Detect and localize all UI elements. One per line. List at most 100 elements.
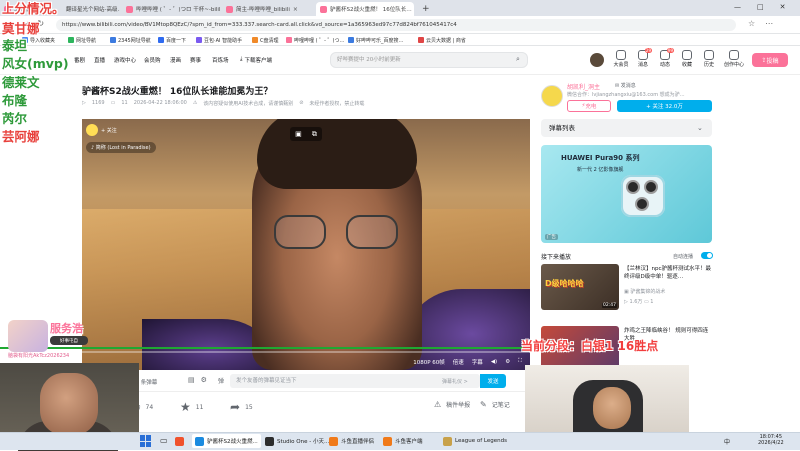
danmaku-etiquette-link[interactable]: 弹幕礼仪 > (442, 378, 468, 385)
chevron-down-icon[interactable]: ⌄ (697, 119, 703, 137)
share-button[interactable]: ➦ 15 (230, 400, 253, 414)
pip-icon[interactable]: ⧉ (312, 130, 317, 139)
overlay-champion: 泰坦 (2, 38, 28, 53)
send-message-link[interactable]: ✉ 发消息 (615, 82, 636, 89)
follow-button[interactable]: + 关注 32.0万 (617, 100, 712, 112)
maximize-icon[interactable]: □ (757, 3, 764, 11)
overlay-heading: 上分情况。 (2, 1, 65, 16)
browser-tab[interactable]: 翻译星光个网站-高级… (62, 2, 120, 16)
browser-tab[interactable]: 哔哩哔哩 ( ゜- ゜)つロ 干杯~-bilibili× (122, 2, 220, 16)
nav-item[interactable]: 会员购 (144, 56, 161, 64)
danmaku-list-header[interactable]: 弹幕列表 (541, 119, 712, 137)
player-controls: 1080P 60帧 倍速 字幕 ◀) ⚙ ⛶ (82, 353, 530, 370)
danmaku-settings-icon[interactable]: ⚙ (201, 376, 207, 384)
browser-tab-active[interactable]: 驴酱杯S2战火重燃！ 16位队长…× (316, 2, 414, 16)
nav-messages[interactable]: 29 消息 (632, 48, 654, 68)
nav-favorites[interactable]: 收藏 (676, 50, 698, 68)
up-description: 微信合作：lvjiangzhangxiu@163.com 想成为驴… (567, 92, 685, 98)
notes-button[interactable]: ✎ 记笔记 (480, 400, 510, 409)
menu-icon[interactable]: ⋯ (765, 19, 773, 28)
taskbar-app[interactable]: League of Legends (440, 434, 510, 448)
recommendation-item[interactable]: D级哈哈哈 02:47 【兰林汉】npc驴酱杯测试水平！最终评级D级中单！驱逐…… (541, 264, 712, 314)
up-avatar (86, 124, 98, 136)
nav-vip[interactable]: 大会员 (610, 50, 632, 68)
nav-dynamic[interactable]: 99 动态 (654, 48, 676, 68)
nav-item[interactable]: 百炼场 (212, 56, 229, 64)
browser-tab[interactable]: 简主-哔哩哔哩_bilibili × (222, 2, 314, 16)
autoplay-toggle[interactable] (701, 252, 713, 259)
bookmark-item[interactable]: 云贝大数据 | 商省 (418, 35, 466, 45)
search-icon[interactable]: ⌕ (516, 55, 520, 64)
overlay-divider (0, 347, 530, 349)
nav-item[interactable]: 赛事 (190, 56, 201, 64)
screenshot-icon[interactable]: ▣ (295, 130, 302, 138)
subtitle-button[interactable]: 字幕 (472, 358, 483, 366)
nav-item[interactable]: 游戏中心 (114, 56, 136, 64)
bookmark-item[interactable]: 百度一下 (158, 35, 186, 45)
star-icon (682, 50, 692, 60)
minimize-icon[interactable]: — (734, 3, 741, 11)
bookmark-item[interactable]: C盘清理 (252, 35, 279, 45)
taskbar-app[interactable]: Studio One - 小天... (262, 434, 332, 448)
note-icon: ✎ (480, 400, 487, 409)
charge-button[interactable]: ⚡ 充电 (567, 100, 611, 112)
video-player[interactable]: + 关注 ♪ 简称 (Lost in Paradise) ▣ ⧉ 1080P 60… (82, 119, 530, 370)
next-up-label: 接下来播放 (541, 254, 572, 261)
player-up-badge[interactable]: + 关注 (86, 124, 117, 136)
taskbar-app[interactable] (172, 434, 187, 448)
recommendation-thumbnail: D级哈哈哈 02:47 (541, 264, 619, 310)
new-tab-button[interactable]: + (418, 2, 434, 16)
extensions-icon[interactable]: ☆ (748, 19, 755, 28)
danmaku-send-button[interactable]: 发送 (480, 374, 506, 388)
ime-indicator[interactable]: 中 (724, 437, 730, 446)
ad-banner[interactable]: HUAWEI Pura90 系列 新一代 2 亿影像旗舰 广告 (541, 145, 712, 243)
coin-button[interactable]: ★ 11 (180, 400, 203, 414)
taskbar-app[interactable]: 斗鱼直播伴侣 (326, 434, 377, 448)
overlay-champion: 风女(mvp) (2, 56, 69, 71)
url-field[interactable]: https://www.bilibili.com/video/BV1Mtop8Q… (56, 19, 736, 31)
message-badge: 29 (644, 48, 652, 53)
close-icon[interactable]: × (293, 6, 298, 13)
bookmark-item[interactable]: 网址导航 (68, 35, 96, 45)
tab-favicon-icon (226, 5, 233, 13)
nav-item[interactable]: 漫画 (170, 56, 181, 64)
glasses (274, 215, 400, 251)
close-window-icon[interactable]: ✕ (780, 3, 786, 11)
fullscreen-icon[interactable]: ⛶ (518, 358, 522, 365)
bookmark-item[interactable]: 2345网址导航 (110, 35, 151, 45)
clock-icon (704, 50, 714, 60)
nav-item[interactable]: 番剧 (74, 56, 85, 64)
danmaku-toggle-icon[interactable]: ▤ (188, 376, 195, 384)
up-avatar-large[interactable] (541, 85, 563, 107)
taskbar-app[interactable]: 斗鱼客户端 (380, 434, 426, 448)
taskbar-clock[interactable]: 18:07:45 2026/4/22 (758, 434, 784, 446)
nav-history[interactable]: 历史 (698, 50, 720, 68)
up-name[interactable]: 胡凯利_洞主 (567, 82, 600, 91)
quality-select[interactable]: 1080P 60帧 (413, 358, 445, 366)
video-meta: ▷ 1169 ▭ 11 2026-04-22 18:06:00 ⚠ 该内容疑似使用AI… (82, 100, 365, 107)
nav-creator[interactable]: 创作中心 (720, 50, 748, 68)
report-button[interactable]: ⚠ 稿件举报 (434, 400, 470, 409)
upload-button[interactable]: ⇪ 投稿 (752, 53, 788, 67)
streamer-webcam-right (525, 365, 689, 435)
overlay-champion: 芸阿娜 (2, 129, 40, 144)
danmaku-style-icon[interactable]: 弹 (218, 376, 224, 385)
search-input[interactable]: 好哔赛提中 20小时前更新 (330, 52, 528, 68)
bookmark-item[interactable]: 好哔哔可乐_百度搜… (348, 35, 404, 45)
bookmark-item[interactable]: 豆包·AI 智能助手 (196, 35, 242, 45)
overlay-champion: 德莱文 (2, 75, 40, 90)
pip-controls[interactable]: ▣ ⧉ (290, 127, 322, 141)
music-tag[interactable]: ♪ 简称 (Lost in Paradise) (86, 142, 156, 153)
bookmark-icon (348, 37, 354, 43)
speed-button[interactable]: 倍速 (453, 358, 464, 366)
start-icon[interactable] (140, 435, 152, 447)
overlay-champion: 布隆 (2, 93, 28, 108)
volume-icon[interactable]: ◀) (491, 359, 497, 365)
task-view-icon[interactable]: ▭ (160, 436, 168, 445)
settings-icon[interactable]: ⚙ (505, 359, 510, 365)
nav-item[interactable]: 直播 (94, 56, 105, 64)
avatar[interactable] (590, 53, 604, 67)
taskbar-app[interactable]: 驴酱杯S2战火重燃... (192, 434, 261, 448)
bookmark-item[interactable]: 哔哩哔哩 ( ゜- ゜)つ… (286, 35, 344, 45)
download-client-link[interactable]: ⤓ 下载客户端 (240, 56, 272, 64)
